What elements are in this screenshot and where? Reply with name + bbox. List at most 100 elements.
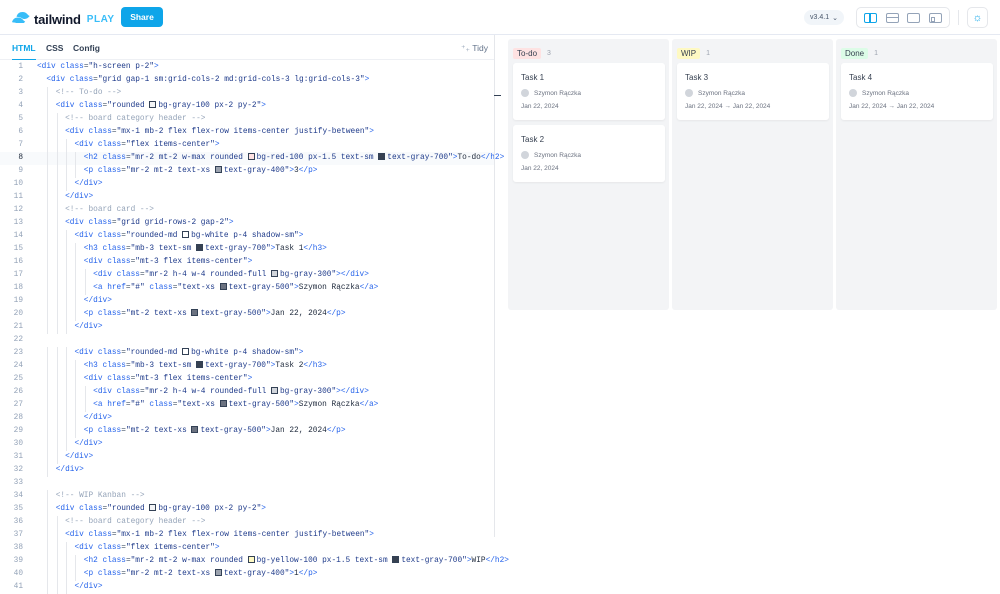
indent-guide	[75, 360, 77, 373]
code-line[interactable]: 14 <div class="rounded-md bg-white p-4 s…	[0, 230, 494, 243]
code-editor-pane: HTML CSS Config ⁺₊ Tidy 1 <div class="h-s…	[0, 35, 509, 594]
code-line[interactable]: 21 </div>	[0, 321, 494, 334]
tab-config[interactable]: Config	[73, 43, 100, 53]
assignee: Szymon Rączka	[521, 151, 581, 159]
code-line[interactable]: 31 </div>	[0, 451, 494, 464]
indent-guide	[47, 321, 49, 334]
version-select[interactable]: v3.4.1 ⌄	[804, 10, 844, 25]
layout-responsive-icon[interactable]	[928, 12, 942, 23]
share-button[interactable]: Share	[121, 7, 163, 27]
code-line[interactable]: 19 </div>	[0, 295, 494, 308]
column-title: Done	[841, 48, 869, 59]
line-number: 38	[13, 544, 23, 552]
code-line[interactable]: 16 <div class="mt-3 flex items-center">	[0, 256, 494, 269]
line-number: 12	[13, 206, 23, 214]
indent-guide	[84, 386, 86, 399]
code-line[interactable]: 1 <div class="h-screen p-2">	[0, 61, 494, 74]
line-number: 31	[13, 453, 23, 461]
code-line[interactable]: 30 </div>	[0, 438, 494, 451]
indent-guide	[56, 425, 58, 438]
indent-guide	[84, 269, 86, 282]
code-line[interactable]: 18 <a href="#" class="text-xs text-gray-…	[0, 282, 494, 295]
column-count: 3	[547, 50, 551, 57]
code-line[interactable]: 7 <div class="flex items-center">	[0, 139, 494, 152]
code-line[interactable]: 5 <!-- board category header -->	[0, 113, 494, 126]
code-line[interactable]: 33	[0, 477, 494, 490]
code-line[interactable]: 39 <h2 class="mr-2 mt-2 w-max rounded bg…	[0, 555, 509, 568]
code-line[interactable]: 9 <p class="mr-2 mt-2 text-xs text-gray-…	[0, 165, 494, 178]
code-line[interactable]: 15 <h3 class="mb-3 text-sm text-gray-700…	[0, 243, 494, 256]
code-line[interactable]: 29 <p class="mt-2 text-xs text-gray-500"…	[0, 425, 494, 438]
avatar	[521, 151, 529, 159]
indent-guide	[47, 451, 49, 464]
indent-guide	[65, 360, 67, 373]
pane-resize-handle[interactable]	[494, 35, 502, 537]
indent-guide	[56, 113, 58, 126]
line-number: 32	[13, 466, 23, 474]
code-line[interactable]: 11 </div>	[0, 191, 494, 204]
code-text: <div class="mx-1 mb-2 flex flex-row item…	[65, 128, 374, 136]
sun-icon[interactable]: ☼	[967, 7, 988, 28]
code-line[interactable]: 3 <!-- To-do -->	[0, 87, 494, 100]
code-text: <h3 class="mb-3 text-sm text-gray-700">T…	[83, 244, 327, 253]
code-line[interactable]: 27 <a href="#" class="text-xs text-gray-…	[0, 399, 494, 412]
code-text: <div class="rounded-md bg-white p-4 shad…	[74, 231, 304, 240]
code-line[interactable]: 22	[0, 334, 494, 347]
code-line[interactable]: 6 <div class="mx-1 mb-2 flex flex-row it…	[0, 126, 494, 139]
code-text: <div class="grid gap-1 sm:grid-cols-2 md…	[46, 76, 370, 84]
color-swatch	[247, 556, 255, 563]
code-line[interactable]: 4 <div class="rounded bg-gray-100 px-2 p…	[0, 100, 494, 113]
code-line[interactable]: 17 <div class="mr-2 h-4 w-4 rounded-full…	[0, 269, 494, 282]
indent-guide	[65, 412, 67, 425]
indent-guide	[75, 282, 77, 295]
tidy-button[interactable]: ⁺₊ Tidy	[461, 43, 488, 54]
code-line[interactable]: 41 </div>	[0, 581, 494, 594]
indent-guide	[47, 347, 49, 360]
layout-horizontal-split-icon[interactable]	[885, 12, 899, 23]
layout-vertical-split-icon[interactable]	[864, 12, 878, 23]
line-number: 29	[13, 427, 23, 435]
code-line[interactable]: 34 <!-- WIP Kanban -->	[0, 490, 494, 503]
tab-css[interactable]: CSS	[46, 43, 63, 53]
indent-guide	[56, 178, 58, 191]
indent-guide	[47, 256, 49, 269]
code-line[interactable]: 2 <div class="grid gap-1 sm:grid-cols-2 …	[0, 74, 494, 87]
code-line[interactable]: 13 <div class="grid grid-rows-2 gap-2">	[0, 217, 494, 230]
assignee-link[interactable]: Szymon Rączka	[534, 90, 581, 97]
layout-preview-only-icon[interactable]	[907, 12, 921, 23]
code-line[interactable]: 38 <div class="flex items-center">	[0, 542, 494, 555]
indent-guide	[47, 555, 49, 568]
code-area[interactable]: 1 <div class="h-screen p-2"> 2 <div class=…	[0, 61, 509, 594]
line-number: 35	[13, 505, 23, 513]
code-line[interactable]: 12 <!-- board card -->	[0, 204, 494, 217]
code-line[interactable]: 10 </div>	[0, 178, 494, 191]
code-line[interactable]: 35 <div class="rounded bg-gray-100 px-2 …	[0, 503, 494, 516]
code-line[interactable]: 24 <h3 class="mb-3 text-sm text-gray-700…	[0, 360, 494, 373]
code-text: <p class="mt-2 text-xs text-gray-500">Ja…	[83, 426, 346, 435]
assignee-link[interactable]: Szymon Rączka	[534, 152, 581, 159]
assignee-link[interactable]: Szymon Rączka	[862, 90, 909, 97]
assignee-link[interactable]: Szymon Rączka	[698, 90, 745, 97]
logo[interactable]: tailwind PLAY	[12, 10, 115, 28]
code-line[interactable]: 20 <p class="mt-2 text-xs text-gray-500"…	[0, 308, 494, 321]
column-header: WIP 1	[677, 48, 710, 59]
tab-html[interactable]: HTML	[12, 43, 36, 60]
code-line[interactable]: 23 <div class="rounded-md bg-white p-4 s…	[0, 347, 494, 360]
line-number: 25	[13, 375, 23, 383]
line-number: 39	[13, 557, 23, 565]
code-line[interactable]: 28 </div>	[0, 412, 494, 425]
line-number: 3	[18, 89, 23, 97]
code-line[interactable]: 26 <div class="mr-2 h-4 w-4 rounded-full…	[0, 386, 494, 399]
code-line[interactable]: 32 </div>	[0, 464, 494, 477]
avatar	[849, 89, 857, 97]
code-line[interactable]: 25 <div class="mt-3 flex items-center">	[0, 373, 494, 386]
column-header: Done 1	[841, 48, 878, 59]
code-line[interactable]: 36 <!-- board category header -->	[0, 516, 494, 529]
code-line[interactable]: 37 <div class="mx-1 mb-2 flex flex-row i…	[0, 529, 494, 542]
code-line[interactable]: 8 <h2 class="mr-2 mt-2 w-max rounded bg-…	[0, 152, 504, 165]
code-line[interactable]: 40 <p class="mr-2 mt-2 text-xs text-gray…	[0, 568, 494, 581]
line-number: 20	[13, 310, 23, 318]
line-number: 22	[13, 336, 23, 344]
indent-guide	[65, 295, 67, 308]
indent-guide	[75, 568, 77, 581]
